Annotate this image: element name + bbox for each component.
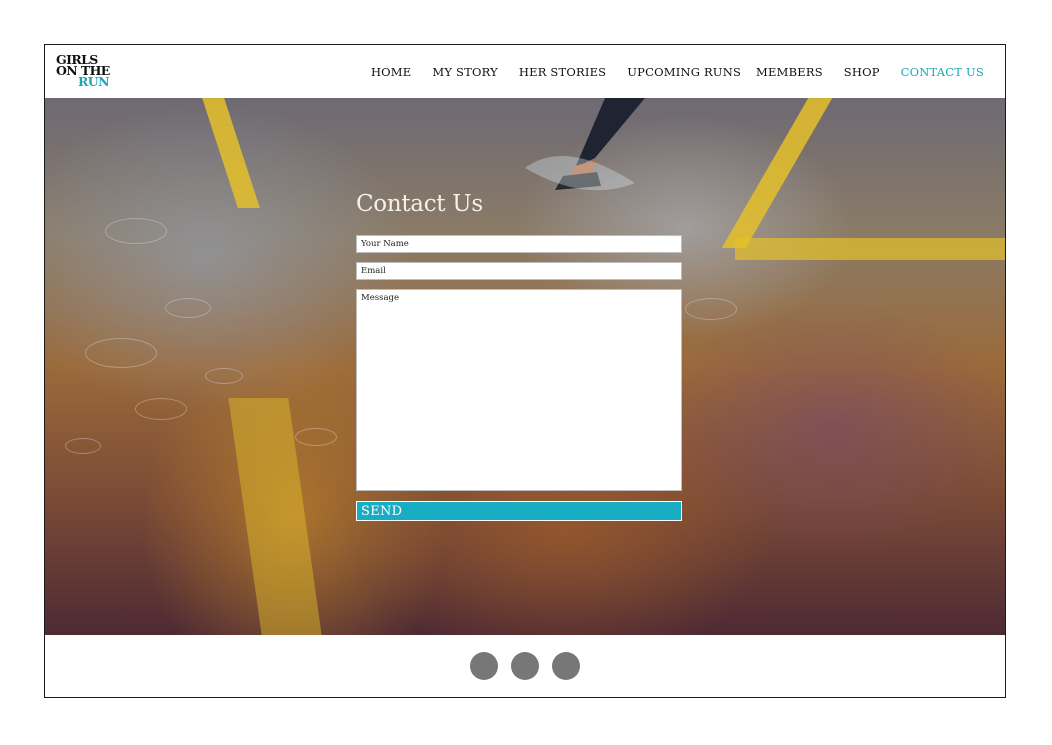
contact-title: Contact Us — [356, 191, 483, 217]
puddle-ripple — [165, 298, 211, 318]
puddle-ripple — [135, 398, 187, 420]
carousel-dot-3[interactable] — [552, 652, 580, 680]
parking-line — [735, 238, 1005, 260]
puddle-ripple — [65, 438, 101, 454]
puddle-ripple — [685, 298, 737, 320]
runner-leg-illustration — [525, 98, 645, 191]
nav-home[interactable]: HOME — [371, 65, 411, 79]
site-footer — [45, 635, 1005, 697]
site-header: GIRLS ON THE RUN HOME MY STORY HER STORI… — [45, 45, 1005, 98]
carousel-dot-2[interactable] — [511, 652, 539, 680]
puddle-ripple — [295, 428, 337, 446]
nav-my-story[interactable]: MY STORY — [432, 65, 498, 79]
nav-shop[interactable]: SHOP — [844, 65, 880, 79]
nav-members[interactable]: MEMBERS — [756, 65, 823, 79]
send-button[interactable]: SEND — [356, 501, 682, 521]
site-logo[interactable]: GIRLS ON THE RUN — [56, 53, 116, 88]
carousel-dots — [470, 652, 580, 680]
carousel-dot-1[interactable] — [470, 652, 498, 680]
name-input[interactable] — [356, 235, 682, 253]
parking-line — [202, 98, 260, 208]
nav-contact-us[interactable]: CONTACT US — [901, 65, 984, 79]
nav-upcoming-runs[interactable]: UPCOMING RUNS — [627, 65, 741, 79]
main-nav: HOME MY STORY HER STORIES UPCOMING RUNS … — [371, 45, 1005, 98]
email-input[interactable] — [356, 262, 682, 280]
hero-background: Contact Us SEND — [45, 98, 1005, 635]
puddle-ripple — [105, 218, 167, 244]
browser-frame: GIRLS ON THE RUN HOME MY STORY HER STORI… — [44, 44, 1006, 698]
puddle-ripple — [85, 338, 157, 368]
parking-line — [721, 98, 833, 248]
nav-her-stories[interactable]: HER STORIES — [519, 65, 606, 79]
message-textarea[interactable] — [356, 289, 682, 491]
puddle-ripple — [205, 368, 243, 384]
